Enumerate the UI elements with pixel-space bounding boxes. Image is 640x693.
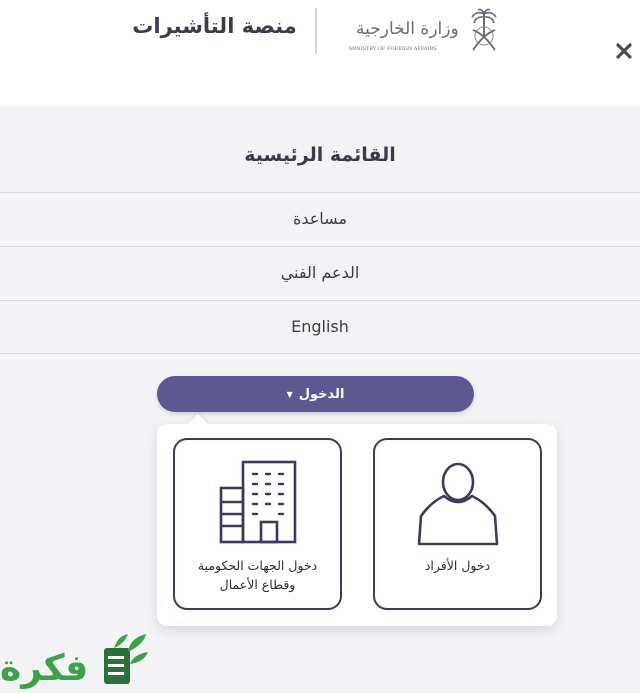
menu-item-english[interactable]: English [0, 300, 640, 354]
menu-item-help[interactable]: مساعدة [0, 192, 640, 246]
building-icon [219, 460, 296, 544]
watermark-text: فكرة [0, 648, 88, 689]
menu-item-tech-support[interactable]: الدعم الفني [0, 246, 640, 300]
fikra-watermark-logo: فكرة [0, 634, 148, 689]
individuals-login-card[interactable]: دخول الأفراد [373, 438, 542, 610]
individuals-login-label: دخول الأفراد [424, 558, 491, 573]
ministry-logo: وزارة الخارجية MINISTRY OF FOREIGN AFFAI… [349, 8, 497, 52]
platform-title: منصة التأشيرات [132, 14, 297, 38]
person-icon [417, 462, 498, 546]
caret-down-icon: ▼ [286, 389, 293, 399]
login-dropdown: دخول الجهات الحكومية وقطاع الأعمال دخول … [157, 424, 557, 626]
app-header: منصة التأشيرات وزارة الخارجية MINISTRY O… [0, 0, 640, 106]
close-button[interactable] [609, 36, 639, 66]
palm-swords-emblem-icon [471, 8, 497, 51]
brand-bar: منصة التأشيرات وزارة الخارجية MINISTRY O… [120, 0, 500, 70]
login-button-label: الدخول [298, 386, 345, 402]
brand-divider [315, 8, 317, 54]
close-icon [616, 43, 632, 59]
gov-business-login-card[interactable]: دخول الجهات الحكومية وقطاع الأعمال [173, 438, 342, 610]
ministry-logo-ar: وزارة الخارجية [356, 19, 459, 39]
menu-title: القائمة الرئيسية [244, 144, 396, 166]
gov-business-login-label: دخول الجهات الحكومية وقطاع الأعمال [197, 558, 318, 592]
book-leaf-icon [104, 634, 148, 684]
login-button[interactable]: الدخول ▼ [157, 376, 474, 412]
main-menu: القائمة الرئيسية مساعدة الدعم الفني Engl… [0, 106, 640, 693]
ministry-logo-en: MINISTRY OF FOREIGN AFFAIRS [349, 46, 437, 52]
